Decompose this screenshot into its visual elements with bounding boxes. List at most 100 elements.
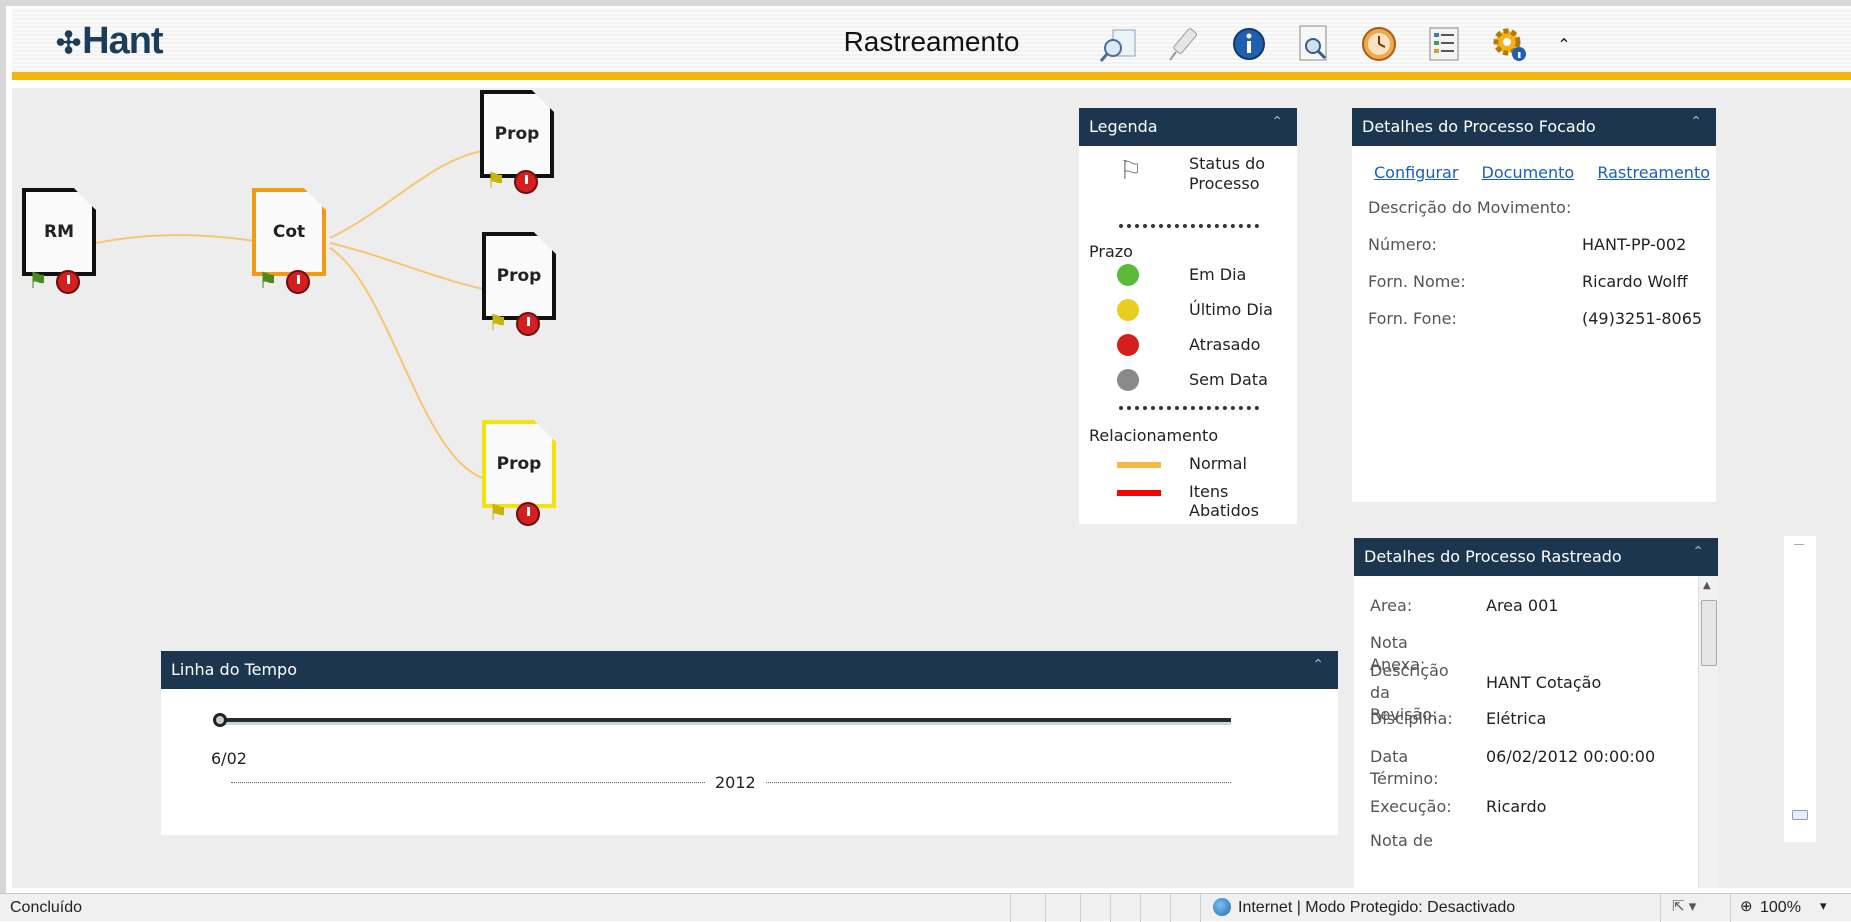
flag-outline-icon: ⚐ bbox=[1119, 156, 1143, 186]
focused-field-value: Ricardo Wolff bbox=[1582, 272, 1688, 291]
legend-title: Legenda bbox=[1089, 117, 1158, 136]
process-node-prop-2[interactable]: Prop bbox=[482, 232, 556, 320]
internet-globe-icon bbox=[1213, 898, 1231, 916]
overdue-clock-icon bbox=[516, 502, 540, 526]
legend-panel: Legenda ⌃ ⚐ Status do Processo Prazo Em D… bbox=[1079, 108, 1297, 524]
focused-field-value: (49)3251-8065 bbox=[1582, 309, 1703, 328]
node-label: Prop bbox=[496, 454, 542, 474]
prazo-clock-icon bbox=[1117, 334, 1139, 356]
status-segment bbox=[1045, 894, 1046, 922]
relationship-line bbox=[95, 234, 271, 244]
focused-field-label: Número: bbox=[1368, 235, 1437, 254]
timeline-date-label: 6/02 bbox=[211, 749, 247, 768]
clock-icon[interactable] bbox=[1357, 22, 1401, 66]
zoom-icon[interactable]: ⊕ bbox=[1740, 897, 1753, 915]
zoom-dropdown-icon[interactable]: ▾ bbox=[1820, 898, 1827, 914]
timeline-header: Linha do Tempo ⌃ bbox=[161, 651, 1338, 689]
zoom-level[interactable]: 100% bbox=[1760, 899, 1801, 917]
prazo-label: Último Dia bbox=[1189, 300, 1273, 319]
info-icon[interactable] bbox=[1227, 22, 1271, 66]
legend-prazo-title: Prazo bbox=[1089, 242, 1133, 261]
legend-status-label: Status do Processo bbox=[1189, 154, 1266, 193]
tracked-field-value: HANT Cotação bbox=[1486, 673, 1602, 692]
prazo-label: Atrasado bbox=[1189, 335, 1261, 354]
timeline-panel: Linha do Tempo ⌃ 6/02 2012 bbox=[161, 651, 1338, 835]
timeline-title: Linha do Tempo bbox=[171, 660, 297, 679]
legend-header: Legenda ⌃ bbox=[1079, 108, 1297, 146]
app-header: ✣Hant Rastreamento ⌃ bbox=[12, 8, 1851, 80]
scroll-thumb[interactable] bbox=[1701, 600, 1717, 666]
status-segment bbox=[1080, 894, 1081, 922]
timeline-track-shadow bbox=[217, 722, 1231, 725]
tracked-field-value: 06/02/2012 00:00:00 bbox=[1486, 747, 1656, 766]
tracked-scrollbar[interactable]: ▲ bbox=[1698, 576, 1718, 888]
relationship-line bbox=[329, 242, 489, 291]
process-node-rm[interactable]: RM bbox=[22, 188, 96, 276]
settings-icon[interactable] bbox=[1487, 22, 1531, 66]
focused-process-panel: Detalhes do Processo Focado ⌃ Configurar … bbox=[1352, 108, 1716, 502]
status-flag-icon: ⚑ bbox=[488, 311, 508, 336]
status-flag-icon: ⚑ bbox=[486, 169, 506, 194]
relationship-swatch bbox=[1117, 490, 1161, 496]
side-scroll-thumb[interactable] bbox=[1792, 810, 1808, 820]
movement-description-label: Descrição do Movimento: bbox=[1368, 198, 1572, 217]
collapse-header-button[interactable]: ⌃ bbox=[1542, 22, 1586, 66]
search-document-icon[interactable] bbox=[1097, 22, 1141, 66]
tracked-field-label: Nota de bbox=[1370, 831, 1433, 850]
overdue-clock-icon bbox=[516, 312, 540, 336]
rastreamento-link[interactable]: Rastreamento bbox=[1597, 163, 1710, 182]
overdue-clock-icon bbox=[514, 170, 538, 194]
relationship-line bbox=[329, 247, 491, 481]
documento-link[interactable]: Documento bbox=[1482, 163, 1575, 182]
status-segment bbox=[1730, 894, 1731, 922]
timeline-handle[interactable] bbox=[213, 713, 227, 727]
side-scroll-track[interactable] bbox=[1784, 536, 1816, 842]
protected-mode-icon[interactable]: ⇱ ▾ bbox=[1672, 897, 1696, 915]
collapse-legend-button[interactable]: ⌃ bbox=[1271, 114, 1283, 130]
preview-icon[interactable] bbox=[1292, 22, 1336, 66]
prazo-label: Em Dia bbox=[1189, 265, 1247, 284]
security-zone-text[interactable]: Internet | Modo Protegido: Desactivado bbox=[1238, 899, 1515, 917]
legend-divider bbox=[1119, 224, 1259, 228]
relationship-label: Itens Abatidos bbox=[1189, 482, 1259, 520]
tracked-field-label: Data Término: bbox=[1370, 747, 1439, 788]
legend-divider bbox=[1119, 406, 1259, 410]
prazo-clock-icon bbox=[1117, 369, 1139, 391]
node-label: Cot bbox=[272, 222, 306, 242]
process-node-cot[interactable]: Cot bbox=[252, 188, 326, 276]
prazo-label: Sem Data bbox=[1189, 370, 1268, 389]
collapse-timeline-button[interactable]: ⌃ bbox=[1312, 657, 1324, 673]
process-node-prop-3[interactable]: Prop bbox=[482, 420, 556, 508]
focused-header: Detalhes do Processo Focado ⌃ bbox=[1352, 108, 1716, 146]
focused-links: Configurar Documento Rastreamento bbox=[1374, 163, 1710, 182]
status-segment bbox=[1110, 894, 1111, 922]
status-segment bbox=[1010, 894, 1011, 922]
focused-field-label: Forn. Fone: bbox=[1368, 309, 1457, 328]
tracked-title: Detalhes do Processo Rastreado bbox=[1364, 547, 1622, 566]
tracking-canvas: RM ⚑ Cot ⚑ Prop ⚑ Prop ⚑ Prop ⚑ Legenda ⌃… bbox=[12, 88, 1851, 888]
status-segment bbox=[1660, 894, 1661, 922]
legend-relationship-title: Relacionamento bbox=[1089, 426, 1219, 445]
status-segment bbox=[1140, 894, 1141, 922]
brush-icon[interactable] bbox=[1162, 22, 1206, 66]
process-node-prop-1[interactable]: Prop bbox=[480, 90, 554, 178]
status-flag-icon: ⚑ bbox=[488, 501, 508, 526]
focused-field-value: HANT-PP-002 bbox=[1582, 235, 1687, 254]
collapse-focused-button[interactable]: ⌃ bbox=[1690, 114, 1702, 130]
status-segment bbox=[1200, 894, 1201, 922]
focused-title: Detalhes do Processo Focado bbox=[1362, 117, 1596, 136]
collapse-tracked-button[interactable]: ⌃ bbox=[1692, 544, 1704, 560]
overdue-clock-icon bbox=[56, 270, 80, 294]
tracked-field-value: Elétrica bbox=[1486, 709, 1547, 728]
relationship-swatch bbox=[1117, 462, 1161, 468]
scroll-up-icon[interactable]: ▲ bbox=[1703, 580, 1711, 591]
side-scroll-mark bbox=[1794, 544, 1804, 545]
tracked-process-panel: Detalhes do Processo Rastreado ⌃ Area: Are… bbox=[1354, 538, 1718, 888]
prazo-clock-icon bbox=[1117, 299, 1139, 321]
status-segment bbox=[1170, 894, 1171, 922]
list-icon[interactable] bbox=[1422, 22, 1466, 66]
node-label: RM bbox=[43, 222, 74, 242]
overdue-clock-icon bbox=[286, 270, 310, 294]
configurar-link[interactable]: Configurar bbox=[1374, 163, 1458, 182]
relationship-line bbox=[329, 149, 489, 239]
